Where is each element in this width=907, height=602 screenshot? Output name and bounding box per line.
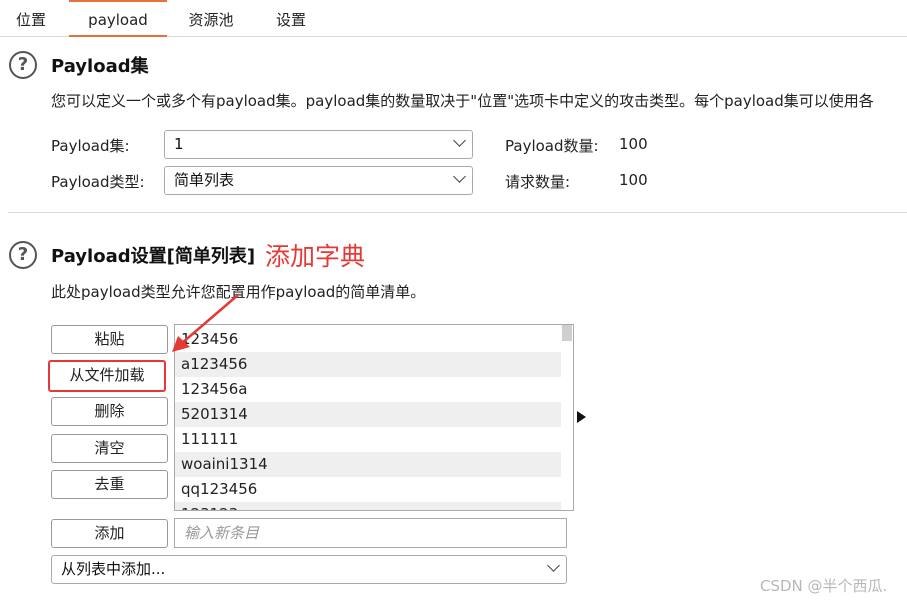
payload-set-value: 1 — [174, 135, 184, 153]
request-count-label: 请求数量: — [505, 173, 571, 191]
chevron-down-icon — [547, 559, 560, 572]
list-item[interactable]: a123456 — [175, 352, 561, 377]
payload-sets-title: Payload集 — [51, 56, 149, 77]
expand-arrow-icon[interactable] — [577, 411, 586, 423]
chevron-down-icon — [453, 134, 466, 147]
payload-settings-description: 此处payload类型允许您配置用作payload的简单清单。 — [51, 283, 426, 301]
payload-type-label: Payload类型: — [51, 173, 145, 191]
help-icon[interactable]: ? — [9, 241, 37, 269]
scrollbar-thumb[interactable] — [562, 325, 572, 341]
payload-settings-title: Payload设置[简单列表] — [51, 246, 256, 267]
payload-count-label: Payload数量: — [505, 137, 599, 155]
list-item[interactable]: 123456 — [175, 327, 561, 352]
new-item-input[interactable] — [174, 518, 567, 548]
list-item[interactable]: 123456a — [175, 377, 561, 402]
list-scrollbar[interactable] — [561, 325, 573, 510]
paste-button[interactable]: 粘贴 — [51, 325, 168, 354]
payload-count-value: 100 — [619, 135, 648, 153]
payload-set-select[interactable]: 1 — [164, 130, 473, 159]
add-from-list-select[interactable]: 从列表中添加... — [51, 555, 567, 584]
list-item[interactable]: woaini1314 — [175, 452, 561, 477]
annotation-text: 添加字典 — [265, 242, 366, 271]
add-from-list-value: 从列表中添加... — [61, 560, 166, 578]
dedupe-button[interactable]: 去重 — [51, 470, 168, 499]
payload-list[interactable]: 123456 a123456 123456a 5201314 111111 wo… — [174, 324, 574, 511]
tab-resource-pool[interactable]: 资源池 — [178, 0, 244, 37]
list-item[interactable]: 111111 — [175, 427, 561, 452]
section-divider — [8, 212, 907, 213]
help-icon[interactable]: ? — [9, 51, 37, 79]
chevron-down-icon — [453, 170, 466, 183]
tab-settings[interactable]: 设置 — [263, 0, 319, 37]
payload-type-select[interactable]: 简单列表 — [164, 166, 473, 195]
payload-set-label: Payload集: — [51, 137, 130, 155]
load-file-button[interactable]: 从文件加载 — [48, 360, 166, 392]
request-count-value: 100 — [619, 171, 648, 189]
clear-button[interactable]: 清空 — [51, 434, 168, 463]
list-item[interactable]: 123123 — [175, 502, 561, 510]
list-item[interactable]: 5201314 — [175, 402, 561, 427]
tab-payloads[interactable]: payload — [69, 0, 167, 37]
remove-button[interactable]: 删除 — [51, 397, 168, 426]
tab-bar: 位置 payload 资源池 设置 — [0, 0, 907, 37]
tab-positions[interactable]: 位置 — [5, 0, 57, 37]
list-item[interactable]: qq123456 — [175, 477, 561, 502]
watermark: CSDN @半个西瓜. — [760, 577, 888, 595]
payload-sets-description: 您可以定义一个或多个有payload集。payload集的数量取决于"位置"选项… — [51, 92, 874, 110]
payload-type-value: 简单列表 — [174, 171, 235, 189]
add-button[interactable]: 添加 — [51, 519, 168, 548]
